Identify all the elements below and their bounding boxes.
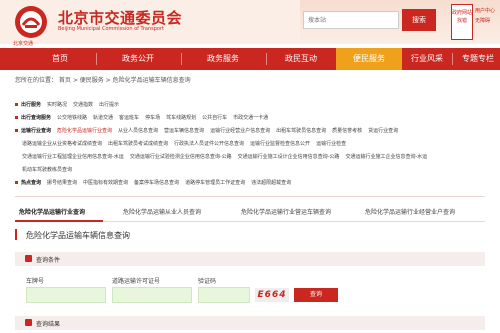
results-icon [25,319,32,326]
tab-hazmat-operators[interactable]: 危险化学品运输行业经营业户查询 [365,207,455,216]
tab-hazmat-industry[interactable]: 危险化学品运输行业查询 [19,207,85,216]
service-link[interactable]: 从业人员信息查询 [118,128,158,134]
service-link[interactable]: 运输行业经营业户信息查询 [210,128,270,134]
query-section-header [15,252,485,266]
page-title: 危险化学品运输车辆信息查询 [26,231,130,240]
nav-item-home[interactable]: 首页 [30,48,90,70]
service-link[interactable]: 行政执法人员证件公开信息查询 [174,141,244,147]
service-row-travel-query: 出行查询服务 公交地铁线路 轨道交通 客运班车 停车场 驾车线路规划 公共自行车 市政交通一卡… [15,114,274,121]
service-link[interactable]: 交通运输行业施工设计企业信用信息查询-公路 [238,154,340,160]
service-link[interactable]: 货运行业查询 [368,128,398,134]
service-link[interactable]: 交通指数 [73,102,93,108]
service-link[interactable]: 驾车线路规划 [166,115,196,121]
service-link[interactable]: 营运车辆信息查询 [164,128,204,134]
result-section-label: 查询结果 [36,321,61,328]
service-link[interactable]: 违法超限超载查询 [251,180,291,186]
nav-divider [181,53,182,65]
bullet-icon [15,181,18,184]
nav-item-topics[interactable]: 专题专栏 [456,48,500,70]
service-link[interactable]: 质量信誉考核 [332,128,362,134]
section-divider [15,196,485,197]
service-category: 运输行业查询 [21,128,52,134]
gov-site-error-badge[interactable]: 政府网站 找错 [451,4,473,40]
active-tab-indicator [15,220,103,222]
service-link[interactable]: 出租车驾驶员考试成绩查询 [108,141,168,147]
search-input[interactable] [303,11,399,29]
nav-item-gov-services[interactable]: 政务服务 [185,48,261,70]
service-link[interactable]: 公交地铁线路 [57,115,87,121]
nav-divider [96,53,97,65]
plate-number-label: 车牌号 [26,278,45,285]
service-link[interactable]: 运输行业检查 [316,141,346,147]
service-link[interactable]: 出行提示 [99,102,119,108]
service-sublinks-row: 机动车驾驶教练员查询 [22,166,78,173]
main-nav: 首页 政务公开 政务服务 政民互动 便民服务 行业风采 专题专栏 [0,48,500,70]
query-section-label: 查询条件 [36,257,61,264]
service-row-travel: 出行服务 实时路况 交通指数 出行提示 [15,101,125,108]
service-category: 热点查询 [21,180,42,186]
service-link[interactable]: 道路运输企业从业资格考试成绩查询 [22,141,102,147]
nav-item-gov-info[interactable]: 政务公开 [100,48,176,70]
service-link[interactable]: 中医指标有效期查询 [83,180,128,186]
service-link[interactable]: 客运班车 [119,115,139,121]
service-link[interactable]: 停车场 [145,115,160,121]
service-sublinks-row: 交通运输行业工程监理企业信用信息查询-水运 交通运输行业试验检测企业信用信息查询-… [22,153,433,160]
service-link[interactable]: 交通运输行业工程监理企业信用信息查询-水运 [22,154,124,160]
captcha-image[interactable]: E664 [255,288,289,302]
tab-hazmat-personnel[interactable]: 危险化学品运输从业人员查询 [123,207,201,216]
service-row-transport-industry: 运输行业查询 危险化学品运输行业查询 从业人员信息查询 营运车辆信息查询 运输行业经营业… [15,127,404,134]
nav-item-public-services[interactable]: 便民服务 [336,48,402,70]
query-submit-button[interactable]: 查询 [294,288,338,302]
service-link[interactable]: 轨道交通 [93,115,113,121]
tab-hazmat-vehicles[interactable]: 危险化学品运输行业营运车辆查询 [241,207,331,216]
service-category: 出行查询服务 [21,115,52,121]
service-link[interactable]: 运输行业监督检查信息公开 [250,141,310,147]
service-sublinks-row: 道路运输企业从业资格考试成绩查询 出租车驾驶员考试成绩查询 行政执法人员证件公开信息… [22,140,352,147]
search-conditions-icon [25,255,32,262]
nav-item-interaction[interactable]: 政民互动 [270,48,332,70]
plate-number-input[interactable] [26,287,106,303]
bullet-icon [15,129,18,132]
service-link[interactable]: 公共自行车 [202,115,227,121]
captcha-label: 验证码 [198,278,217,285]
captcha-input[interactable] [198,287,250,303]
service-link[interactable]: 市政交通一卡通 [233,115,268,121]
user-links: 用户中心 无障碍 [475,6,495,26]
user-center-link[interactable]: 用户中心 [475,6,495,16]
permit-number-input[interactable] [112,287,192,303]
nav-divider [266,53,267,65]
service-link-selected[interactable]: 危险化学品运输行业查询 [57,128,112,134]
bullet-icon [15,103,18,106]
service-link[interactable]: 备案停车场信息查询 [134,180,179,186]
service-link[interactable]: 挪号结果查询 [47,180,77,186]
breadcrumb: 您所在的位置： 首页 > 便民服务 > 危险化学品运输车辆信息查询 [15,77,191,84]
nav-divider [452,53,453,65]
result-section-header [15,316,485,330]
logo-caption: 北京交通 [13,41,34,47]
heading-accent [15,229,17,240]
site-subtitle: Beijing Municipal Commission of Transpor… [58,26,164,32]
accessibility-link[interactable]: 无障碍 [475,16,495,26]
permit-number-label: 道路运输许可证号 [112,278,161,285]
bullet-icon [15,116,18,119]
service-link[interactable]: 实时路况 [47,102,67,108]
nav-item-industry[interactable]: 行业风采 [404,48,450,70]
service-row-hot: 热点查询 挪号结果查询 中医指标有效期查询 备案停车场信息查询 道路停车管理员工作证查询… [15,179,297,186]
service-link[interactable]: 道路停车管理员工作证查询 [185,180,245,186]
service-link[interactable]: 机动车驾驶教练员查询 [22,167,72,173]
site-logo-icon[interactable] [14,5,48,39]
service-link[interactable]: 交通运输行业施工企业信息查询-水运 [345,154,427,160]
service-link[interactable]: 出租车驾驶员信息查询 [276,128,326,134]
site-title[interactable]: 北京市交通委员会 [58,7,182,28]
service-category: 出行服务 [21,102,42,108]
search-button[interactable]: 搜索 [402,9,436,31]
service-link[interactable]: 交通运输行业试验检测企业信用信息查询-公路 [130,154,232,160]
